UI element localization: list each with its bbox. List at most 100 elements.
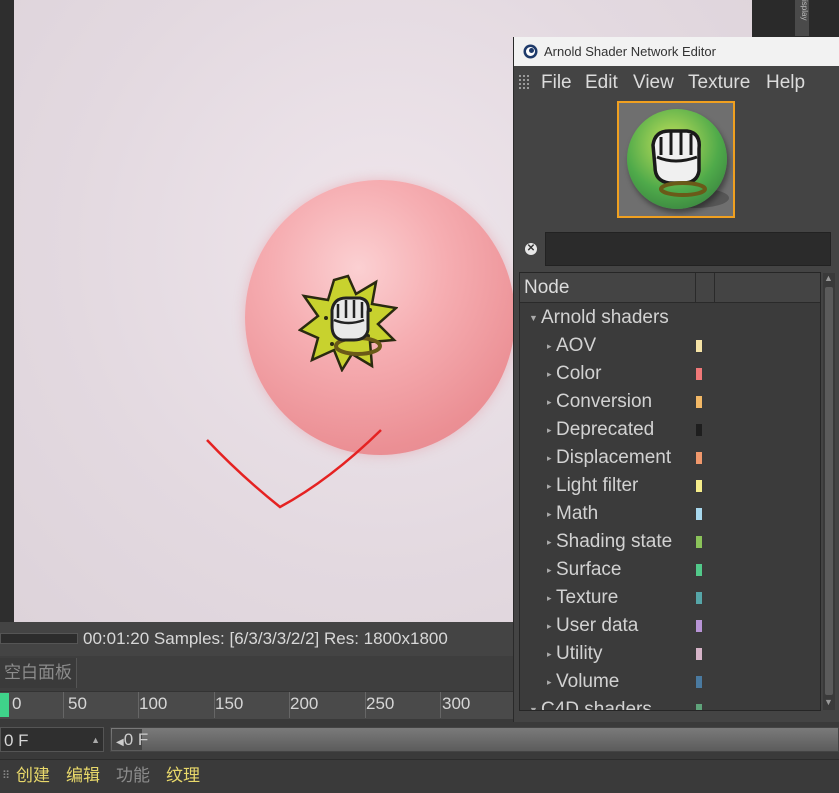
frame-range-row: 0 F ▲ ◀0 F [0,719,839,759]
menu-help[interactable]: Help [766,72,805,94]
tree-row-category[interactable]: ▸ Utility [520,640,820,668]
category-color-swatch [696,676,702,688]
tree-label: User data [556,615,639,636]
tree-row-category[interactable]: ▸ Volume [520,668,820,696]
menu-texture[interactable]: Texture [688,72,750,94]
category-color-swatch [696,480,702,492]
expand-arrow-icon[interactable]: ▸ [547,481,552,492]
red-checkmark-stroke [206,429,382,509]
tree-row-c4d-shaders[interactable]: ▼ C4D shaders [520,696,820,711]
tree-label: Math [556,503,599,524]
category-color-swatch [696,368,702,380]
category-color-swatch [696,452,702,464]
fist-decal-image [298,274,398,372]
cinema4d-app-icon [523,44,538,59]
tree-label: Conversion [556,391,653,412]
category-color-swatch [696,424,702,436]
expand-arrow-icon[interactable]: ▸ [547,537,552,548]
collapse-arrow-icon[interactable]: ▼ [529,705,538,710]
editor-titlebar[interactable]: Arnold Shader Network Editor [514,37,839,66]
scroll-up-icon[interactable]: ▲ [824,273,833,283]
tree-label: Displacement [556,447,672,468]
expand-arrow-icon[interactable]: ▸ [547,341,552,352]
scroll-down-icon[interactable]: ▼ [824,697,833,707]
timeline-label: 100 [139,694,168,713]
timeline-label: 0 [12,694,22,713]
shelf-item-create[interactable]: 创建 [16,765,50,787]
expand-arrow-icon[interactable]: ▸ [547,425,552,436]
render-status-bar: 00:01:20 Samples: [6/3/3/3/2/2] Res: 180… [0,622,515,656]
node-search-input[interactable] [545,232,831,266]
timeline-tick [440,692,441,718]
tree-label: Color [556,363,602,384]
tree-label: Texture [556,587,619,608]
timeline-tick [63,692,64,718]
menu-file[interactable]: File [541,72,572,94]
shelf-item-function[interactable]: 功能 [116,765,150,787]
tree-row-category[interactable]: ▸ Conversion [520,388,820,416]
expand-arrow-icon[interactable]: ▸ [547,509,552,520]
fist-preview-icon [651,129,707,197]
tree-row-arnold-shaders[interactable]: ▼ Arnold shaders [520,304,820,332]
expand-arrow-icon[interactable]: ▸ [547,677,552,688]
category-color-swatch [696,536,702,548]
expand-arrow-icon[interactable]: ▸ [547,565,552,576]
timeline-label: 250 [366,694,395,713]
tree-row-category[interactable]: ▸ User data [520,612,820,640]
clear-search-icon[interactable]: ✕ [525,243,537,255]
menu-edit[interactable]: Edit [585,72,618,94]
shelf-item-edit[interactable]: 编辑 [66,765,100,787]
viewport-left-strip [0,0,14,622]
tree-row-category[interactable]: ▸ Texture [520,584,820,612]
expand-arrow-icon[interactable]: ▸ [547,369,552,380]
playback-range-slider[interactable]: ◀0 F [110,727,839,752]
grip-icon [519,75,529,89]
tree-row-category[interactable]: ▸ Displacement [520,444,820,472]
expand-arrow-icon[interactable]: ▸ [547,621,552,632]
column-divider [695,273,696,302]
display-side-tab[interactable]: isplay [795,0,809,36]
timeline-label: 200 [290,694,319,713]
expand-arrow-icon[interactable]: ▸ [547,593,552,604]
shader-network-editor-window: Arnold Shader Network Editor File Edit V… [513,37,839,722]
tree-label: Light filter [556,475,639,496]
tree-row-category[interactable]: ▸ Surface [520,556,820,584]
collapse-arrow-icon[interactable]: ▼ [529,313,538,323]
category-color-swatch [696,704,702,710]
expand-arrow-icon[interactable]: ▸ [547,649,552,660]
timeline-cursor[interactable] [0,693,9,717]
tree-row-category[interactable]: ▸ AOV [520,332,820,360]
blank-panel-tab[interactable]: 空白面板 [0,658,77,688]
tree-label: Deprecated [556,419,655,440]
material-preview-thumbnail[interactable] [617,101,735,218]
editor-title: Arnold Shader Network Editor [544,44,716,59]
timeline-label: 300 [442,694,471,713]
spinner-icon[interactable]: ▲ [91,728,100,753]
menu-shelf: ⠿ 创建 编辑 功能 纹理 [0,759,839,793]
expand-arrow-icon[interactable]: ▸ [547,453,552,464]
range-left-arrow-icon: ◀ [116,737,124,748]
scroll-thumb[interactable] [825,287,833,695]
tree-header: Node [520,273,820,303]
range-start-handle[interactable]: ◀0 F [112,729,148,750]
tree-row-category[interactable]: ▸ Deprecated [520,416,820,444]
tree-label: Volume [556,671,620,692]
tree-row-category[interactable]: ▸ Light filter [520,472,820,500]
menu-view[interactable]: View [633,72,674,94]
current-frame-field[interactable]: 0 F ▲ [0,727,104,752]
zoom-slider[interactable] [0,633,78,644]
tree-row-category[interactable]: ▸ Color [520,360,820,388]
tree-scrollbar[interactable]: ▲ ▼ [823,273,835,710]
expand-arrow-icon[interactable]: ▸ [547,397,552,408]
column-header-node[interactable]: Node [524,277,569,299]
node-tree[interactable]: Node ▼ Arnold shaders ▸ AOV ▸ Color ▸ Convers… [519,272,821,711]
tree-label: C4D shaders [541,699,652,711]
timeline-label: 150 [215,694,244,713]
category-color-swatch [696,620,702,632]
tree-row-category[interactable]: ▸ Shading state [520,528,820,556]
current-frame-value: 0 F [4,731,29,750]
tree-label: Shading state [556,531,673,552]
tree-row-category[interactable]: ▸ Math [520,500,820,528]
shelf-item-texture[interactable]: 纹理 [166,765,200,787]
tree-label: AOV [556,335,597,356]
